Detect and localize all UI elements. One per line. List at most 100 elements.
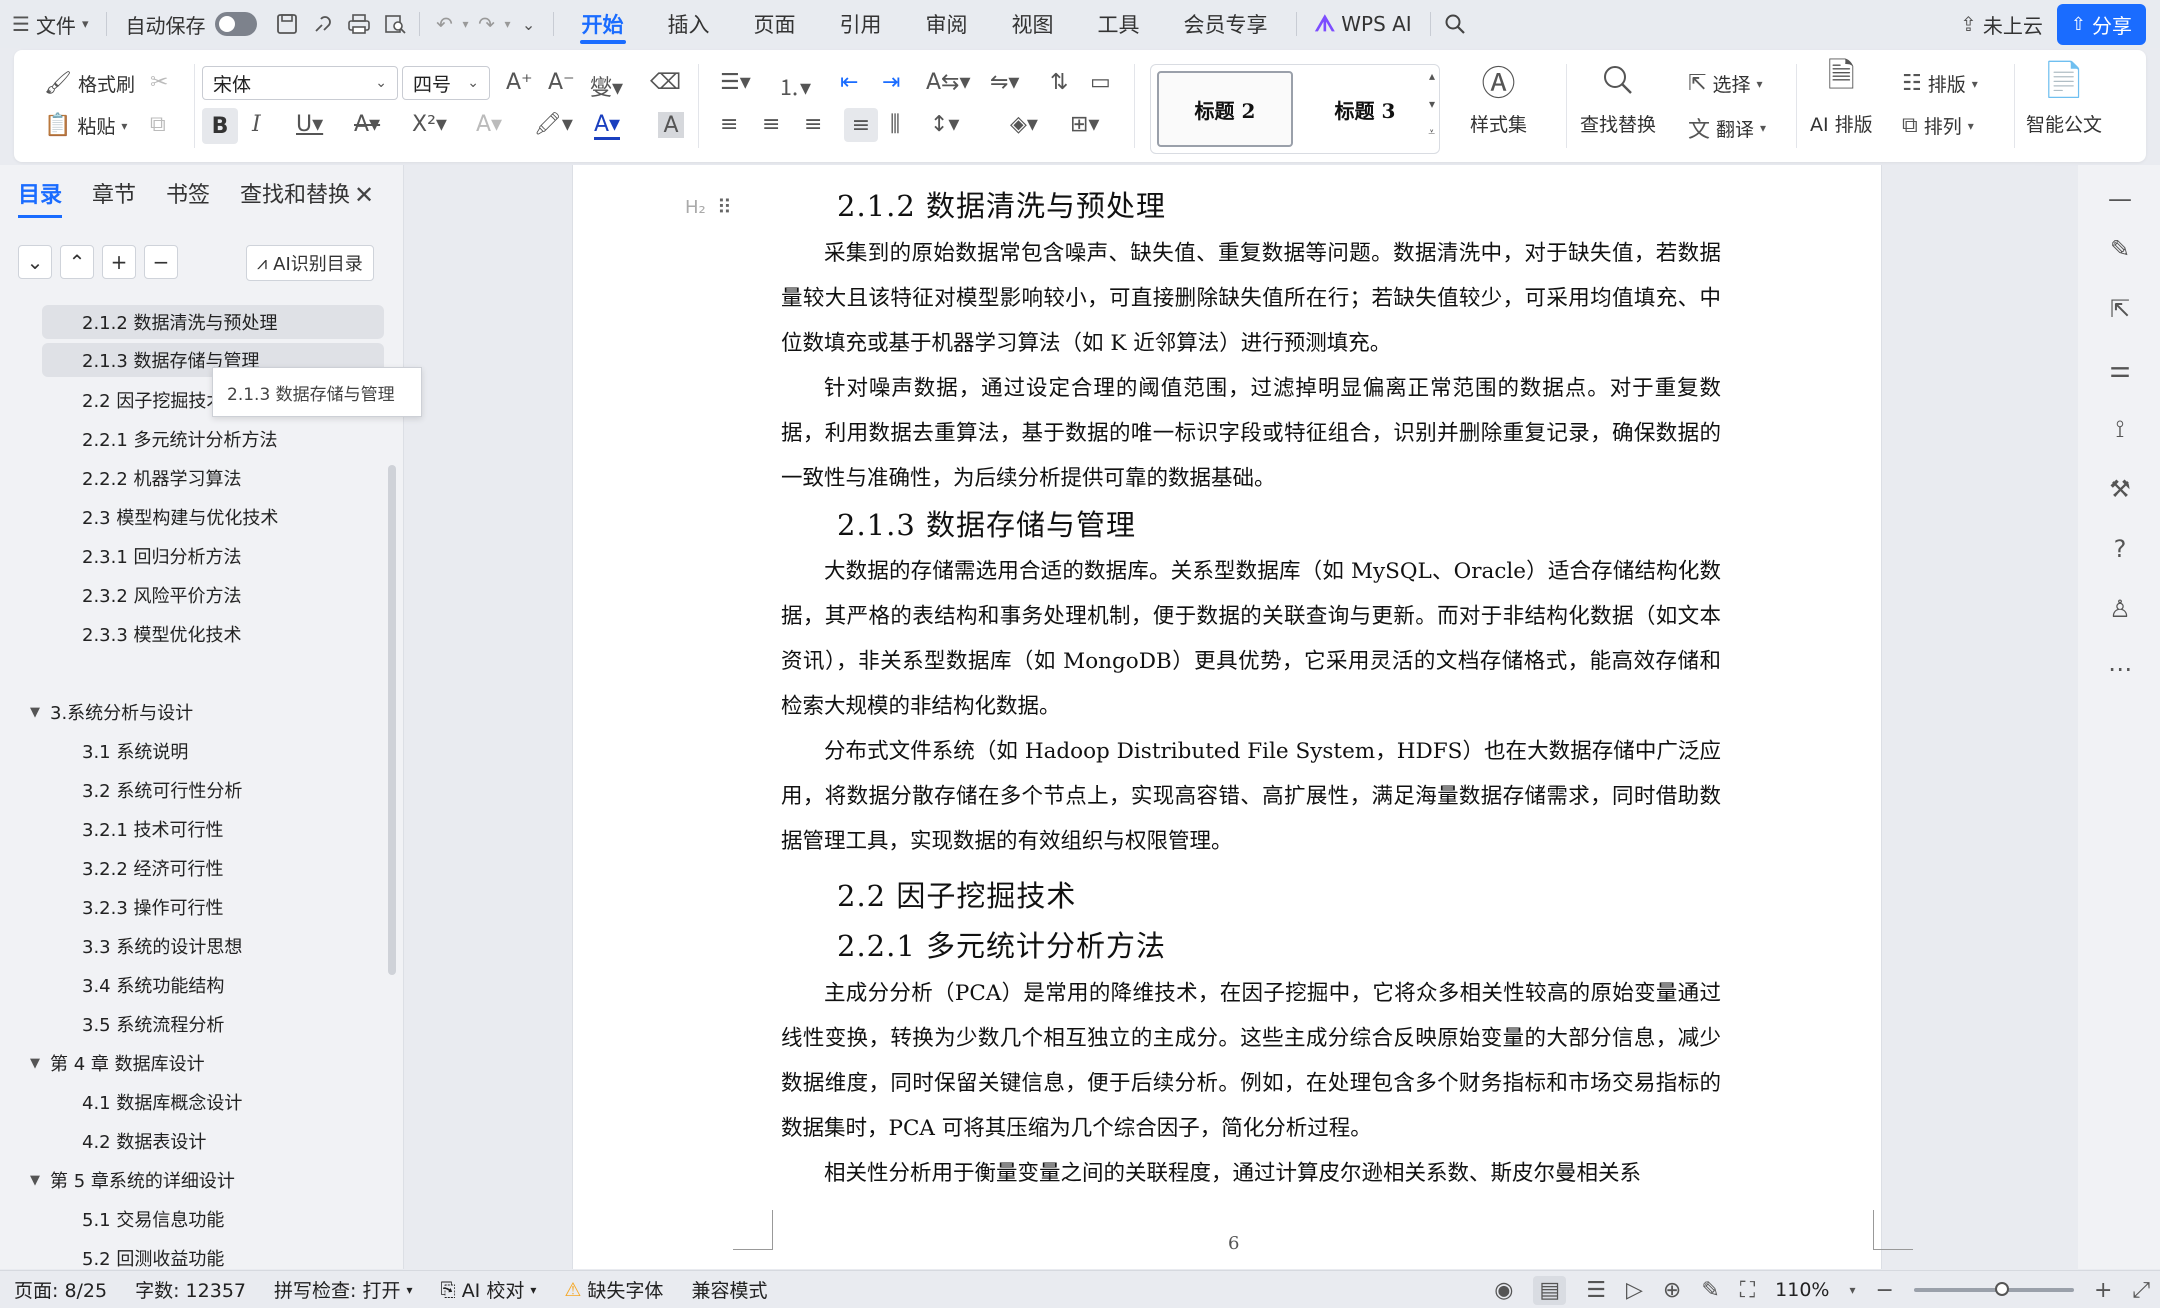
tab-review[interactable]: 审阅 [904,0,990,48]
char-shading-icon[interactable]: A [658,112,684,138]
cloud-status[interactable]: ⇪ 未上云 [1960,10,2043,39]
toc-item[interactable]: 2.2.2 机器学习算法 [42,461,384,495]
outline-view-icon[interactable]: ☰ [1586,1278,1606,1303]
bullet-list-icon[interactable]: ☰▾ [720,70,751,95]
italic-icon[interactable]: I [252,112,261,137]
more-icon[interactable]: ⋯ [2104,653,2136,685]
web-view-icon[interactable]: ⊕ [1663,1278,1681,1303]
toc-item[interactable]: ▼ 第 4 章 数据库设计 [30,1046,205,1080]
autosave-control[interactable]: 自动保存 [113,0,269,48]
page-indicator[interactable]: 页面: 8/25 [0,1276,121,1303]
more-chevron-icon[interactable]: ⌄ [511,6,547,42]
toc-item[interactable]: 2.2.1 多元统计分析方法 [42,422,384,456]
chevron-up-icon[interactable]: ▴ [1429,69,1435,83]
toc-item[interactable]: 2.1.2 数据清洗与预处理 [42,305,384,339]
swap-icon[interactable]: ⇋▾ [990,70,1019,95]
nav-tab-find-replace[interactable]: 查找和替换 [240,177,350,218]
tab-tools[interactable]: 工具 [1076,0,1162,48]
pen-icon[interactable]: ✎ [2104,233,2136,265]
align-right-icon[interactable]: ≡ [804,112,822,137]
ai-proofread[interactable]: ⎘ AI 校对 ▾ [426,1276,550,1303]
text-direction-icon[interactable]: A⇆▾ [926,70,971,95]
toc-item[interactable]: 3.2.1 技术可行性 [42,812,384,846]
draw-icon[interactable]: ✎ [1701,1278,1719,1303]
sliders-icon[interactable]: ⚌ [2104,353,2136,385]
tab-view[interactable]: 视图 [990,0,1076,48]
align-center-icon[interactable]: ≡ [762,112,780,137]
toc-item[interactable]: ▼ 3.系统分析与设计 [30,695,193,729]
fullscreen-icon[interactable]: ⤢ [2132,1278,2150,1303]
expand-triangle-icon[interactable]: ▼ [30,1173,40,1188]
help-icon[interactable]: ? [2104,533,2136,565]
layout-button[interactable]: ☷ 排版 ▾ [1902,70,1978,97]
expand-gallery-icon[interactable]: ⩡ [1428,125,1435,140]
translate-button[interactable]: 文 翻译 ▾ [1688,112,1766,144]
format-painter-button[interactable]: 🖌 格式刷 [44,70,135,97]
chevron-down-icon[interactable]: ▾ [1849,1283,1855,1297]
zoom-slider[interactable] [1913,1282,2074,1296]
cursor-select-icon[interactable]: ⇱ [2104,293,2136,325]
tab-references[interactable]: 引用 [818,0,904,48]
file-menu[interactable]: ☰ 文件 ▾ [0,0,100,48]
strikethrough-icon[interactable]: A▾ [354,112,380,137]
autosave-toggle[interactable] [215,12,258,36]
expand-triangle-icon[interactable]: ▼ [30,705,40,720]
highlight-icon[interactable]: 🖍▾ [534,112,573,137]
bold-button[interactable]: B [202,108,238,144]
cut-icon[interactable]: ✂ [150,70,168,95]
tab-insert[interactable]: 插入 [646,0,732,48]
toc-item[interactable]: 3.4 系统功能结构 [42,968,384,1002]
justify-icon[interactable]: ≡ [844,108,878,142]
shirt-icon[interactable]: ♙ [2104,593,2136,625]
spell-check[interactable]: 拼写检查: 打开 ▾ [260,1276,426,1303]
nav-tab-bookmarks[interactable]: 书签 [166,177,210,218]
style-heading-2[interactable]: 标题 2 [1157,71,1293,147]
document-page[interactable]: H₂ ⠿ 2.1.2 数据清洗与预处理 采集到的原始数据常包含噪声、缺失值、重复… [572,165,1913,1269]
find-replace-button[interactable]: 查找替换 [1580,56,1656,137]
toc-item[interactable]: 5.1 交易信息功能 [42,1202,384,1236]
text-effect-icon[interactable]: A▾ [476,112,502,137]
superscript-icon[interactable]: X²▾ [412,112,447,137]
play-icon[interactable]: ▷ [1626,1278,1643,1303]
zoom-slider-thumb[interactable] [1994,1282,2009,1296]
line-spacing-icon[interactable]: ↕▾ [930,112,959,137]
zoom-out-icon[interactable]: − [1876,1278,1894,1303]
expand-up-icon[interactable]: ⌃ [60,245,94,279]
ai-layout-button[interactable]: 🗎 AI 排版 [1810,56,1873,137]
style-heading-3[interactable]: 标题 3 [1297,71,1433,147]
toc-item[interactable]: 3.1 系统说明 [42,734,384,768]
align-left-icon[interactable]: ≡ [720,112,738,137]
grow-font-icon[interactable]: A⁺ [506,70,533,95]
collapse-icon[interactable]: ⌄ [18,245,52,279]
increase-indent-icon[interactable]: ⇥ [882,70,900,95]
shrink-font-icon[interactable]: A⁻ [548,70,575,95]
select-button[interactable]: ⇱ 选择 ▾ [1688,70,1762,97]
print-preview-icon[interactable] [377,6,413,42]
tab-home[interactable]: 开始 [560,0,646,48]
toc-item[interactable]: 4.2 数据表设计 [42,1124,384,1158]
eye-icon[interactable]: ◉ [1494,1278,1513,1303]
undo-icon[interactable]: ↶ [426,6,462,42]
chevron-down-icon[interactable]: ▾ [1429,97,1435,111]
zoom-in-icon[interactable]: + [2094,1278,2112,1303]
toc-item[interactable]: 3.3 系统的设计思想 [42,929,384,963]
font-name-select[interactable]: 宋体 ⌄ [202,66,398,100]
copy-icon[interactable]: ⧉ [150,112,166,137]
shading-icon[interactable]: ◈▾ [1010,112,1038,137]
tab-page[interactable]: 页面 [732,0,818,48]
add-heading-icon[interactable]: + [102,245,136,279]
zoom-level[interactable]: 110% [1775,1279,1829,1301]
nav-scrollbar[interactable] [388,465,396,975]
search-icon[interactable] [1437,6,1473,42]
wps-ai-button[interactable]: ᗑ WPS AI [1303,0,1424,48]
minimize-icon[interactable]: — [2104,183,2136,215]
share-button[interactable]: ⇧ 分享 [2056,3,2146,45]
phonetic-guide-icon[interactable]: 燮▾ [590,70,623,102]
tab-member[interactable]: 会员专享 [1162,0,1290,48]
toc-item[interactable]: ▼ 第 5 章系统的详细设计 [30,1163,235,1197]
nav-tab-toc[interactable]: 目录 [18,177,63,218]
distributed-icon[interactable]: ⫼ [890,112,900,137]
redo-icon[interactable]: ↷ [469,6,505,42]
word-count[interactable]: 字数: 12357 [121,1276,260,1303]
ai-assist-icon[interactable]: ⟟ [2104,413,2136,445]
